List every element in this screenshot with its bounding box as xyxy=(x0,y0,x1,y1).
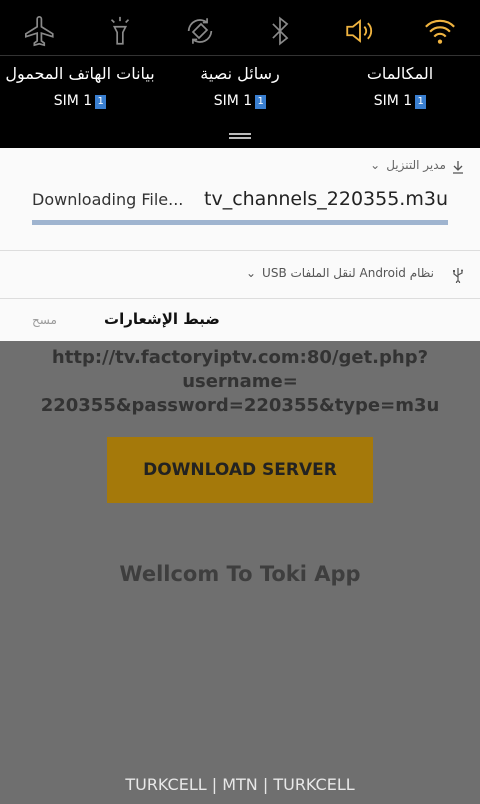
download-server-button[interactable]: DOWNLOAD SERVER xyxy=(107,437,373,503)
download-notification[interactable]: مدير التنزيل ⌄ Downloading File... tv_cha… xyxy=(0,148,480,251)
drag-handle[interactable] xyxy=(229,133,251,139)
divider xyxy=(0,55,480,56)
carriers-text: TURKCELL | MTN | TURKCELL xyxy=(125,775,355,794)
notification-shade: بيانات الهاتف المحمول SIM 11 رسائل نصية … xyxy=(0,0,480,148)
airplane-icon xyxy=(24,16,54,47)
calls-sim-label: SIM 1 xyxy=(373,93,413,109)
usb-notification-text: نظام Android لنقل الملفات USB ⌄ xyxy=(246,266,434,280)
sms-label: رسائل نصية xyxy=(200,64,280,83)
flashlight-toggle[interactable] xyxy=(96,9,144,53)
server-url-line1: http://tv.factoryiptv.com:80/get.php?use… xyxy=(51,347,429,392)
sms-sim[interactable]: رسائل نصية SIM 11 xyxy=(160,64,320,109)
mobile-data-label: بيانات الهاتف المحمول xyxy=(5,64,155,83)
server-url-line2: 220355&password=220355&type=m3u xyxy=(40,395,440,416)
airplane-mode-toggle[interactable] xyxy=(16,9,64,53)
mobile-data-sim[interactable]: بيانات الهاتف المحمول SIM 11 xyxy=(0,64,160,109)
chevron-down-icon[interactable]: ⌄ xyxy=(370,158,380,172)
wifi-icon xyxy=(425,19,455,44)
bluetooth-toggle[interactable] xyxy=(256,9,304,53)
calls-label: المكالمات xyxy=(366,64,434,83)
app-name: مدير التنزيل xyxy=(386,158,446,172)
usb-label: نظام Android لنقل الملفات USB xyxy=(262,266,434,280)
chevron-down-icon[interactable]: ⌄ xyxy=(246,266,256,280)
sound-icon xyxy=(346,19,373,43)
calls-sim[interactable]: المكالمات SIM 11 xyxy=(320,64,480,109)
sim-badge-icon: 1 xyxy=(95,95,107,109)
sim-badge-icon: 1 xyxy=(255,95,267,109)
download-icon xyxy=(453,161,463,174)
notification-settings-button[interactable]: ضبط الإشعارات xyxy=(104,310,220,328)
sms-sim-label: SIM 1 xyxy=(213,93,253,109)
mobile-data-sim-label: SIM 1 xyxy=(53,93,93,109)
usb-notification[interactable]: نظام Android لنقل الملفات USB ⌄ xyxy=(0,251,480,299)
sound-toggle[interactable] xyxy=(336,9,384,53)
flashlight-icon xyxy=(110,16,130,45)
clear-button[interactable]: مسح xyxy=(32,313,57,327)
wifi-toggle[interactable] xyxy=(416,9,464,53)
sim-badge-icon: 1 xyxy=(415,95,427,109)
download-filename: tv_channels_220355.m3u xyxy=(204,188,448,210)
sim-settings-row: بيانات الهاتف المحمول SIM 11 رسائل نصية … xyxy=(0,64,480,124)
auto-rotate-toggle[interactable] xyxy=(176,9,224,53)
download-progress-fill xyxy=(32,220,448,225)
server-url: http://tv.factoryiptv.com:80/get.php?use… xyxy=(0,346,480,418)
bluetooth-icon xyxy=(272,16,289,46)
auto-rotate-icon xyxy=(187,18,213,44)
download-progress-bar xyxy=(32,220,448,225)
download-status: Downloading File... xyxy=(32,190,184,209)
notification-header: مدير التنزيل ⌄ xyxy=(370,158,446,172)
quick-settings-row xyxy=(0,8,480,54)
notification-controls: مسح ضبط الإشعارات xyxy=(0,299,480,341)
welcome-text: Wellcom To Toki App xyxy=(119,562,361,586)
usb-icon xyxy=(453,268,463,283)
